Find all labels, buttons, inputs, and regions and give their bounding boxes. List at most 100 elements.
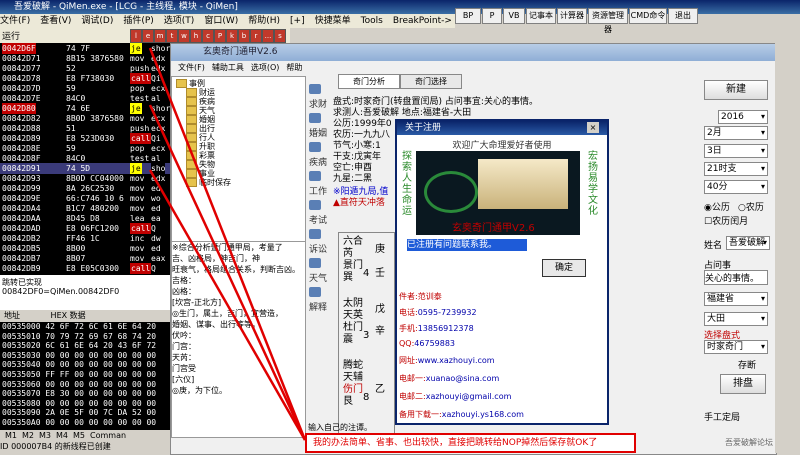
- name-input[interactable]: 吾爱破解: [726, 236, 770, 250]
- toolbar-button[interactable]: w: [178, 29, 190, 43]
- tree-node[interactable]: 疾病: [186, 97, 215, 106]
- qimen-menu-item[interactable]: 选项(O): [251, 63, 280, 72]
- menu-item[interactable]: [+]: [290, 16, 305, 26]
- menu-item[interactable]: 文件(F): [0, 16, 30, 26]
- toolbar-button[interactable]: s: [274, 29, 286, 43]
- tree-node[interactable]: 升职: [186, 142, 215, 151]
- tree-node[interactable]: 婚姻: [186, 115, 215, 124]
- tree-node[interactable]: 事例: [176, 79, 205, 88]
- download-line[interactable]: 备用下载一:xazhouyi.ys168.com: [399, 409, 524, 420]
- tree-node[interactable]: 天气: [186, 106, 215, 115]
- category-button[interactable]: 解释: [309, 287, 327, 313]
- city-select[interactable]: 大田: [704, 312, 768, 326]
- menu-item[interactable]: 调试(D): [81, 16, 113, 26]
- qimen-menu-item[interactable]: 文件(F): [178, 63, 205, 72]
- month-select[interactable]: 2月: [704, 126, 768, 140]
- menu-item[interactable]: 查看(V): [40, 16, 71, 26]
- case-tree[interactable]: 事例 财运 疾病 天气 婚姻 出行 行人 升职 彩票 失物 事业 临时保存: [171, 76, 306, 243]
- plugin-button[interactable]: 资源管理器: [588, 8, 628, 34]
- menu-item[interactable]: BreakPoint->: [393, 16, 452, 26]
- disasm-row[interactable]: 00842DB9 E8 E05C0300 call Q: [0, 263, 170, 274]
- tree-node[interactable]: 行人: [186, 133, 215, 142]
- category-button[interactable]: 求财: [309, 84, 327, 110]
- tree-node[interactable]: 出行: [186, 124, 215, 133]
- toolbar-button[interactable]: c: [202, 29, 214, 43]
- dump-row[interactable]: 00535080 00 00 00 00 00 00 00 00: [0, 399, 170, 409]
- tree-node[interactable]: 事业: [186, 169, 215, 178]
- email1-line[interactable]: 电邮一:xuanao@sina.com: [399, 373, 499, 384]
- menu-item[interactable]: 帮助(H): [248, 16, 280, 26]
- memory-dump-pane[interactable]: 00535000 42 6F 72 6C 61 6E 64 20 00535010…: [0, 322, 170, 430]
- dump-row[interactable]: 00535030 00 00 00 00 00 00 00 00: [0, 351, 170, 361]
- category-button[interactable]: 婚姻: [309, 113, 327, 139]
- close-icon[interactable]: ×: [587, 122, 599, 133]
- toolbar-button[interactable]: l: [130, 29, 142, 43]
- menu-item[interactable]: 插件(P): [123, 16, 153, 26]
- category-button[interactable]: 疾病: [309, 142, 327, 168]
- category-button[interactable]: 天气: [309, 258, 327, 284]
- category-button[interactable]: 考试: [309, 200, 327, 226]
- ok-button[interactable]: 确定: [542, 259, 586, 277]
- dump-row[interactable]: 00535020 6C 61 6E 64 20 43 6F 72: [0, 341, 170, 351]
- toolbar-button[interactable]: e: [142, 29, 154, 43]
- radio-solar[interactable]: ◉公历: [704, 200, 730, 213]
- dump-row[interactable]: 00535070 E8 30 00 00 00 00 00 00: [0, 389, 170, 399]
- plugin-button[interactable]: 退出: [668, 8, 698, 24]
- province-select[interactable]: 福建省: [704, 292, 768, 306]
- dump-tab[interactable]: M3: [39, 431, 51, 440]
- toolbar-button[interactable]: t: [166, 29, 178, 43]
- leap-checkbox[interactable]: ☐农历闰月: [704, 214, 748, 227]
- toolbar-button[interactable]: b: [238, 29, 250, 43]
- event-input[interactable]: 关心的事情。: [704, 270, 768, 285]
- registered-text[interactable]: 已注册有问题联系我。: [407, 239, 527, 251]
- dump-row[interactable]: 00535000 42 6F 72 6C 61 6E 64 20: [0, 322, 170, 332]
- dump-tab[interactable]: M1: [5, 431, 17, 440]
- category-button[interactable]: 工作: [309, 171, 327, 197]
- analysis-text-pane[interactable]: ※综合分析暨门通甲局，考量了 吉、凶格局，神吉门，神 旺衰气，格局组合关系，判断吉凶…: [171, 241, 306, 438]
- qimen-menu-item[interactable]: 辅助工具: [212, 63, 244, 72]
- mode-select[interactable]: 时家奇门: [704, 340, 768, 354]
- plugin-button[interactable]: BP: [455, 8, 481, 24]
- radio-lunar[interactable]: ○农历: [738, 200, 764, 213]
- toolbar-button[interactable]: r: [250, 29, 262, 43]
- toolbar-button[interactable]: P: [214, 29, 226, 43]
- tree-node[interactable]: 财运: [186, 88, 215, 97]
- arrange-button[interactable]: 排盘: [720, 374, 766, 394]
- plugin-button[interactable]: P: [482, 8, 502, 24]
- email2-line[interactable]: 电邮二:xazhouyi@gmail.com: [399, 391, 511, 402]
- menu-item[interactable]: Tools: [361, 16, 383, 26]
- cpu-disassembly-pane[interactable]: 0042D6F 74 7F je shor 00842D71 8B15 3876580 mo…: [0, 43, 170, 275]
- hour-select[interactable]: 21时支: [704, 162, 768, 176]
- menu-item[interactable]: 选项(T): [164, 16, 195, 26]
- dump-row[interactable]: 00535060 00 00 00 00 00 00 00 00: [0, 380, 170, 390]
- tree-node[interactable]: 临时保存: [186, 178, 231, 187]
- toolbar-button[interactable]: m: [154, 29, 166, 43]
- dump-tab[interactable]: Comman: [90, 431, 126, 440]
- dump-tab[interactable]: M4: [56, 431, 68, 440]
- toolbar-button[interactable]: k: [226, 29, 238, 43]
- menu-item[interactable]: 窗口(W): [204, 16, 238, 26]
- plugin-button[interactable]: VB: [503, 8, 525, 24]
- dump-tab[interactable]: M2: [22, 431, 34, 440]
- tab-selection[interactable]: 奇门选择: [400, 74, 462, 89]
- toolbar-button[interactable]: h: [190, 29, 202, 43]
- new-button[interactable]: 新建: [704, 80, 768, 100]
- vertical-scrollbar[interactable]: [775, 43, 800, 453]
- save-button[interactable]: 存断: [738, 358, 756, 371]
- dump-row[interactable]: 00535040 00 00 00 00 00 00 00 00: [0, 360, 170, 370]
- menu-item[interactable]: 快捷菜单: [315, 16, 351, 26]
- plugin-button[interactable]: 记事本: [526, 8, 556, 24]
- plugin-button[interactable]: CMD命令: [629, 8, 667, 24]
- website-line[interactable]: 网址:www.xazhouyi.com: [399, 355, 495, 366]
- dump-row[interactable]: 00535050 FF FF 00 00 00 00 00 00: [0, 370, 170, 380]
- tree-node[interactable]: 失物: [186, 160, 215, 169]
- minute-select[interactable]: 40分: [704, 180, 768, 194]
- toolbar-button[interactable]: ...: [262, 29, 274, 43]
- tree-node[interactable]: 彩票: [186, 151, 215, 160]
- dump-row[interactable]: 00535090 2A 0E 5F 00 7C DA 52 00: [0, 408, 170, 418]
- dump-row[interactable]: 005350A0 00 00 00 00 00 00 00 00: [0, 418, 170, 428]
- category-button[interactable]: 诉讼: [309, 229, 327, 255]
- dump-row[interactable]: 00535010 70 79 72 69 67 68 74 20: [0, 332, 170, 342]
- year-spinner[interactable]: 2016: [718, 110, 768, 124]
- dump-tab[interactable]: M5: [73, 431, 85, 440]
